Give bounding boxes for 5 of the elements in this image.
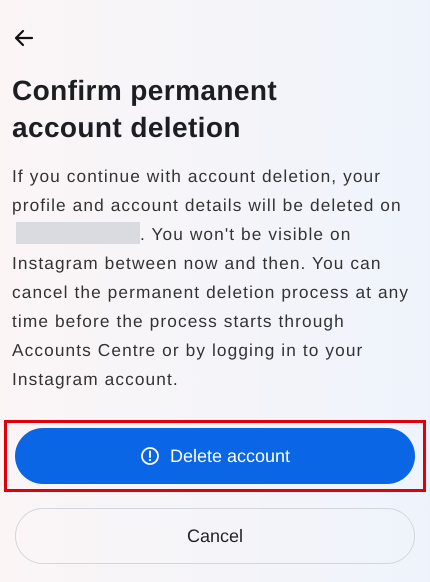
delete-account-button[interactable]: Delete account xyxy=(15,428,415,484)
info-icon xyxy=(140,446,160,466)
page-title: Confirm permanent account deletion xyxy=(12,74,278,145)
cancel-button[interactable]: Cancel xyxy=(15,508,415,564)
deletion-description: If you continue with account deletion, your profile and account details will be deleted on . You won't be visible on Instagram between now and then. You can cancel the permanent deletion process at any time before the process starts through Accounts Centre or by logging in to your Instagram account. xyxy=(12,165,410,391)
